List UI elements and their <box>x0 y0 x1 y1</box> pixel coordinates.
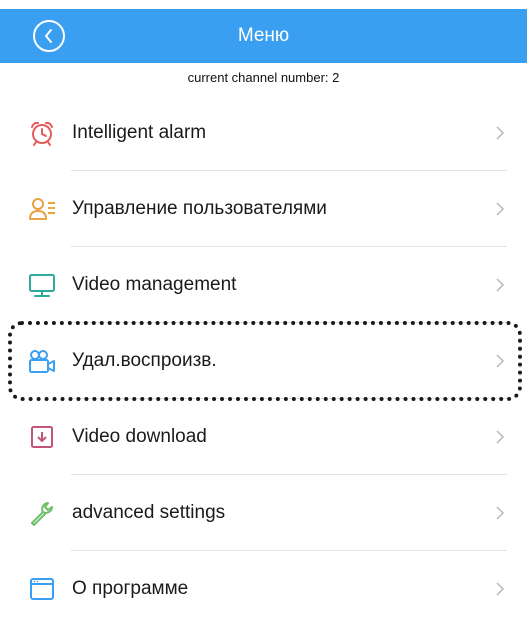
page-title: Меню <box>237 25 290 46</box>
menu-item-label: О программе <box>72 578 189 599</box>
chevron-right-icon <box>496 430 505 444</box>
alarm-clock-icon <box>28 119 56 147</box>
menu-item-about[interactable]: О программе <box>0 551 527 627</box>
menu-item-label: Video download <box>72 426 207 447</box>
chevron-right-icon <box>496 278 505 292</box>
window-icon <box>28 575 56 603</box>
download-icon <box>28 423 56 451</box>
header-bar: Меню <box>0 9 527 63</box>
menu-item-label: Управление пользователями <box>72 198 327 219</box>
menu-item-label: Video management <box>72 274 237 295</box>
channel-number-text: current channel number: 2 <box>187 70 340 85</box>
menu-item-intelligent-alarm[interactable]: Intelligent alarm <box>0 95 527 171</box>
monitor-icon <box>28 271 56 299</box>
menu-item-label: Intelligent alarm <box>72 122 207 143</box>
chevron-right-icon <box>496 582 505 596</box>
menu-list: Intelligent alarm Управление пользовател… <box>0 95 527 627</box>
menu-item-advanced-settings[interactable]: advanced settings <box>0 475 527 551</box>
chevron-left-icon <box>45 29 52 43</box>
chevron-right-icon <box>496 354 505 368</box>
chevron-right-icon <box>496 202 505 216</box>
chevron-right-icon <box>496 506 505 520</box>
users-list-icon <box>28 195 56 223</box>
chevron-right-icon <box>496 126 505 140</box>
menu-item-user-management[interactable]: Управление пользователями <box>0 171 527 247</box>
back-button[interactable] <box>33 20 65 52</box>
menu-item-video-download[interactable]: Video download <box>0 399 527 475</box>
menu-item-remote-playback[interactable]: Удал.воспроизв. <box>0 323 527 399</box>
video-camera-icon <box>28 347 56 375</box>
menu-item-label: advanced settings <box>72 502 226 523</box>
menu-item-video-management[interactable]: Video management <box>0 247 527 323</box>
wrench-icon <box>28 499 56 527</box>
menu-item-label: Удал.воспроизв. <box>72 350 217 371</box>
